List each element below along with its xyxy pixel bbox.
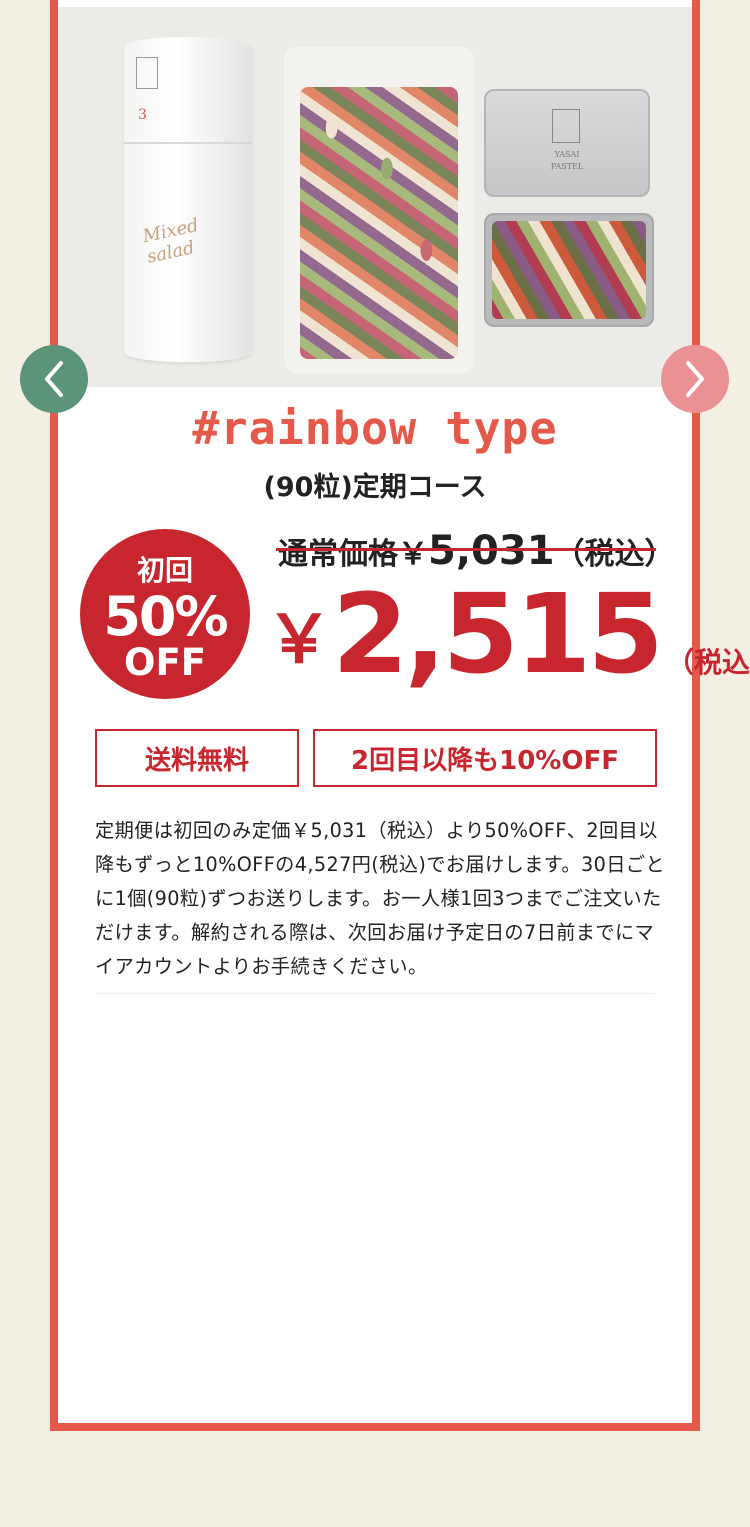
badge-off: OFF <box>123 641 206 684</box>
brand-logo <box>136 57 158 89</box>
course-description: 定期便は初回のみ定価￥5,031（税込）より50%OFF、2回目以降もずっと10… <box>95 819 665 978</box>
tin-brand-line2: PASTEL <box>550 162 584 171</box>
discount-badge: 初回 50% OFF <box>80 529 250 699</box>
sale-price-tax: （税込） <box>665 646 750 679</box>
capsule-pouch-image <box>284 47 474 373</box>
tin-capsules <box>492 221 646 319</box>
chevron-right-icon <box>686 361 704 397</box>
regular-price: 通常価格￥5,031（税込） <box>278 528 675 574</box>
open-tin-image <box>484 213 654 327</box>
sale-price-value: 2,515 <box>332 570 664 698</box>
carousel-next-button[interactable] <box>661 345 729 413</box>
free-shipping-tag: 送料無料 <box>95 729 299 787</box>
product-subtitle: (90粒)定期コース <box>263 472 487 503</box>
tin-lid-image: YASAI PASTEL <box>484 89 650 197</box>
canister-image: 3 Mixed salad <box>124 37 252 362</box>
product-title: #rainbow type <box>192 402 558 455</box>
regular-price-tax: （税込） <box>554 537 675 572</box>
product-card: 3 Mixed salad YASAI PASTEL #rainbow type… <box>50 0 750 1431</box>
tin-logo <box>552 109 580 143</box>
tin-brand-line1: YASAI <box>554 150 580 159</box>
regular-price-label: 通常価格￥ <box>278 537 428 572</box>
product-photo: 3 Mixed salad YASAI PASTEL <box>58 7 692 387</box>
sale-price: ￥2,515（税込） <box>266 570 750 698</box>
canister-script: Mixed salad <box>140 214 201 268</box>
badge-percent: 50% <box>103 585 228 648</box>
divider <box>95 993 655 994</box>
carousel-prev-button[interactable] <box>20 345 88 413</box>
canister-band <box>124 142 252 144</box>
badge-first-time: 初回 <box>136 554 193 587</box>
repeat-discount-tag: 2回目以降も10%OFF <box>313 729 657 787</box>
strikethrough-line <box>276 548 656 551</box>
tin-brand: YASAI PASTEL <box>486 149 648 173</box>
regular-price-value: 5,031 <box>428 528 555 574</box>
chevron-left-icon <box>45 361 63 397</box>
canister-number: 3 <box>138 107 147 123</box>
yen-symbol: ￥ <box>266 601 332 678</box>
capsules <box>300 87 458 359</box>
